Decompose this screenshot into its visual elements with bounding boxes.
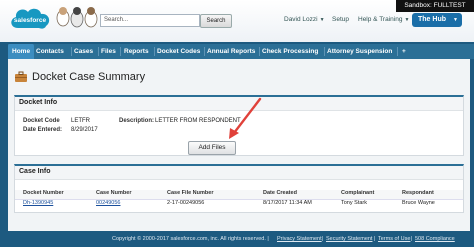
column-header: Date Created [263, 190, 297, 196]
search-button[interactable]: Search [200, 14, 232, 28]
main-content: Docket Case Summary Docket Info Docket C… [8, 59, 470, 231]
copyright-text: Copyright © 2000-2017 salesforce.com, in… [112, 236, 269, 242]
tab-contacts[interactable]: Contacts [36, 44, 64, 59]
search-input[interactable]: Search... [100, 14, 200, 27]
docket-info-heading: Docket Info [15, 97, 463, 111]
tab-check-processing[interactable]: Check Processing [262, 44, 318, 59]
tab-attorney-suspension[interactable]: Attorney Suspension [327, 44, 392, 59]
docket-number-link[interactable]: Dh-1390945 [23, 200, 53, 206]
setup-label: Setup [332, 16, 349, 23]
respondant: Bruce Wayne [402, 200, 435, 206]
case-info-heading: Case Info [15, 166, 463, 180]
column-header: Case File Number [167, 190, 214, 196]
case-info-panel: Case Info Docket Number Case Number Case… [14, 164, 464, 213]
column-header: Respondant [402, 190, 434, 196]
app-name: The Hub [418, 16, 446, 23]
tab-docket-codes[interactable]: Docket Codes [157, 44, 200, 59]
add-tab-button[interactable]: + [402, 44, 406, 59]
column-header: Complainant [341, 190, 375, 196]
footer-divider: | [374, 236, 376, 242]
column-header: Docket Number [23, 190, 64, 196]
tab-bar: Home Contacts Cases Files Reports Docket… [8, 44, 474, 59]
tab-divider [98, 47, 99, 56]
logo-text: salesforce [14, 17, 47, 24]
top-header: salesforce Search... Search Sandbox: FUL… [0, 0, 474, 42]
add-files-button[interactable]: Add Files [188, 141, 236, 155]
footer-divider: | [322, 236, 324, 242]
case-number-link[interactable]: 00249056 [96, 200, 120, 206]
column-header: Case Number [96, 190, 132, 196]
table-header-row: Docket Number Case Number Case File Numb… [15, 190, 463, 200]
tab-divider [324, 47, 325, 56]
tab-home[interactable]: Home [8, 44, 35, 59]
date-entered-value: 8/29/2017 [71, 127, 98, 133]
security-statement-link[interactable]: Security Statement [326, 232, 372, 247]
tab-cases[interactable]: Cases [74, 44, 93, 59]
tab-reports[interactable]: Reports [124, 44, 149, 59]
tab-divider [154, 47, 155, 56]
docket-code-value: LETFR [71, 118, 91, 124]
complainant: Tony Stark [341, 200, 367, 206]
description-value: LETTER FROM RESPONDENT [155, 118, 241, 124]
chevron-down-icon: ▼ [319, 17, 325, 23]
setup-link[interactable]: Setup [332, 16, 349, 23]
date-entered-label: Date Entered: [23, 127, 63, 133]
description-label: Description: [119, 118, 155, 124]
table-row: Dh-1390945 00249056 2-17-00249056 8/17/2… [15, 200, 463, 209]
tab-divider [204, 47, 205, 56]
date-created: 8/17/2017 11:34 AM [263, 200, 312, 206]
docket-info-panel: Docket Info Docket Code LETFR Descriptio… [14, 95, 464, 156]
user-name: David Lozzi [284, 16, 318, 23]
compliance-link[interactable]: 508 Compliance [415, 232, 455, 247]
terms-of-use-link[interactable]: Terms of Use [378, 232, 410, 247]
tab-annual-reports[interactable]: Annual Reports [207, 44, 255, 59]
case-file-number: 2-17-00249056 [167, 200, 205, 206]
tab-divider [259, 47, 260, 56]
tab-divider [71, 47, 72, 56]
tab-divider [120, 47, 121, 56]
chevron-down-icon: ▼ [453, 17, 458, 23]
help-label: Help & Training [358, 16, 403, 23]
docket-code-label: Docket Code [23, 118, 60, 124]
help-link[interactable]: Help & Training ▼ [358, 16, 409, 23]
salesforce-logo[interactable]: salesforce [8, 4, 52, 34]
tab-divider [397, 47, 398, 56]
privacy-statement-link[interactable]: Privacy Statement [277, 232, 322, 247]
briefcase-icon [15, 71, 27, 82]
tab-files[interactable]: Files [101, 44, 116, 59]
sandbox-badge: Sandbox: FULLTEST [396, 0, 474, 12]
chevron-down-icon: ▼ [404, 17, 410, 23]
mascot-characters-icon [56, 7, 98, 28]
page-title: Docket Case Summary [32, 71, 146, 83]
user-menu[interactable]: David Lozzi ▼ [284, 16, 325, 23]
footer-divider: | [411, 236, 413, 242]
app-switcher-button[interactable]: The Hub ▼ [412, 13, 462, 27]
footer: Copyright © 2000-2017 salesforce.com, in… [0, 232, 474, 247]
